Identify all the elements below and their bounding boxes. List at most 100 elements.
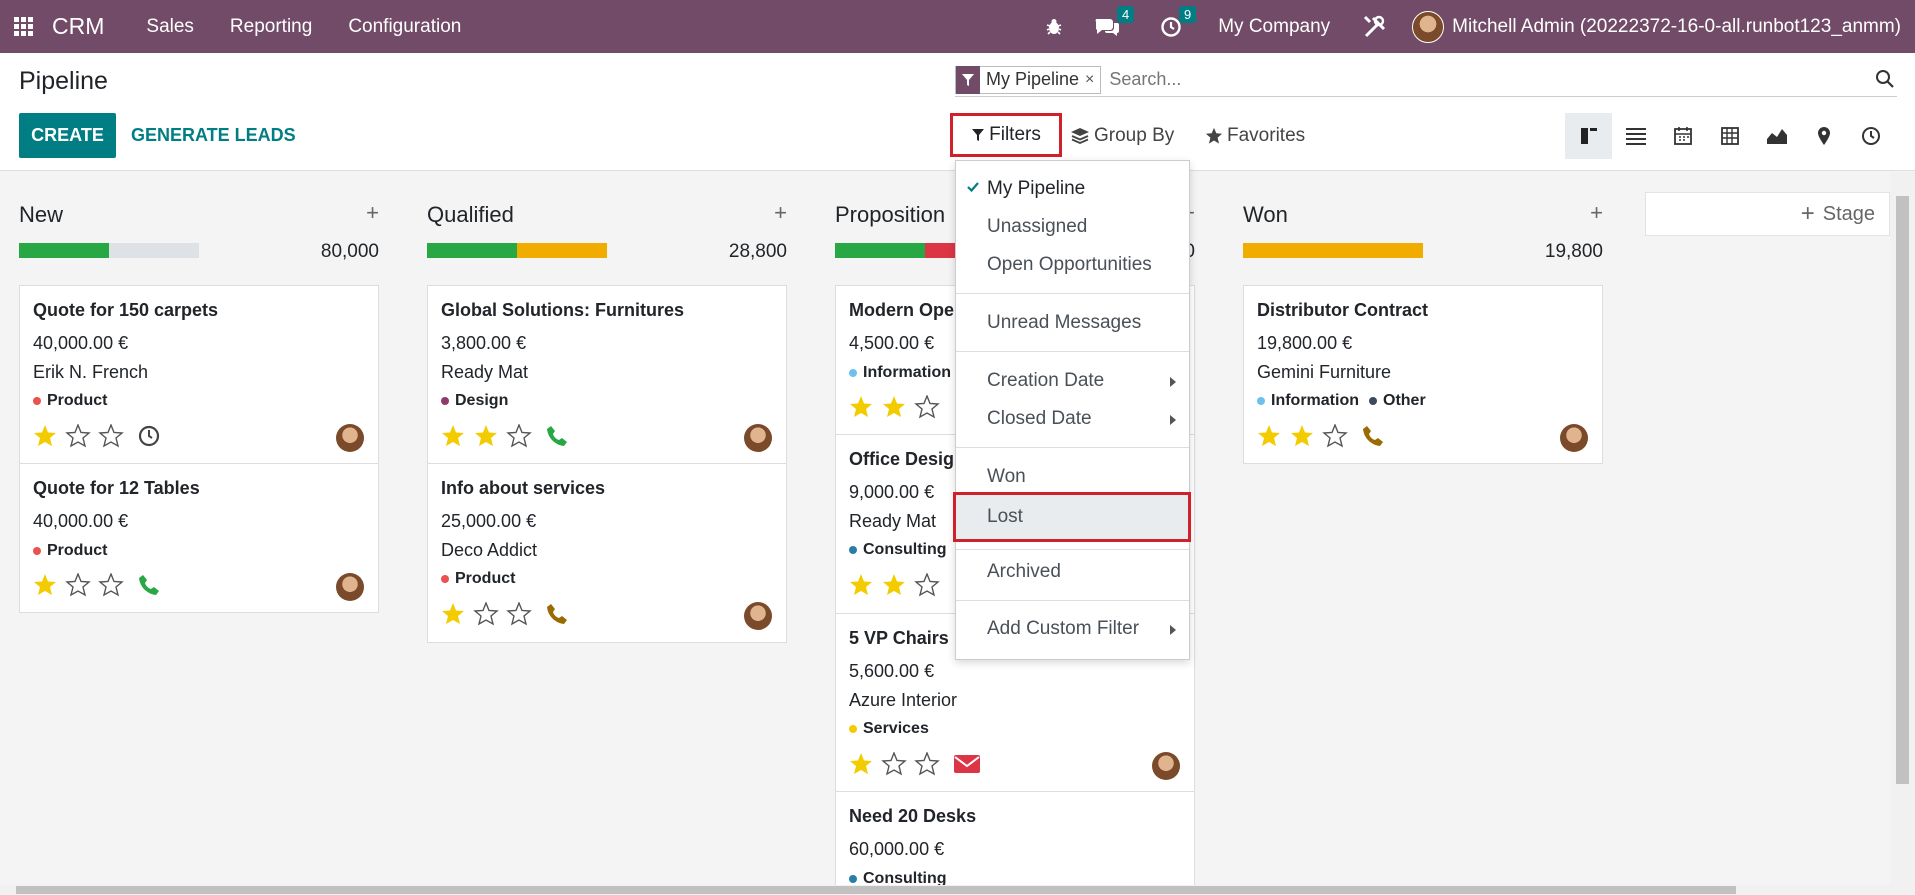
list-view-icon[interactable] [1612,113,1659,159]
user-avatar[interactable] [1412,10,1445,43]
priority-stars-icon[interactable] [441,424,539,448]
add-stage-button[interactable]: + Stage [1645,192,1890,236]
tag: Information [1257,392,1359,410]
clock-icon[interactable] [137,424,161,448]
apps-menu-icon[interactable] [14,16,34,37]
card-amount: 40,000.00 € [33,333,129,353]
facet-remove-icon[interactable]: × [1085,71,1100,89]
card-amount: 9,000.00 € [849,482,935,502]
favorites-button[interactable]: Favorites [1205,125,1305,147]
priority-stars-icon[interactable] [441,602,539,626]
priority-stars-icon[interactable] [1257,424,1355,448]
progress-segment-planned[interactable] [427,243,517,258]
column-quick-create-icon[interactable]: + [366,200,379,226]
column-progress-bar[interactable] [1243,243,1423,258]
menu-configuration[interactable]: Configuration [348,16,461,38]
menu-sales[interactable]: Sales [146,16,194,38]
progress-segment-planned[interactable] [835,243,925,258]
messages-icon[interactable]: 4 [1094,5,1135,38]
column-quick-create-icon[interactable]: + [1590,200,1603,226]
avatar[interactable] [744,424,772,452]
progress-segment-today[interactable] [517,243,607,258]
view-switcher [1565,113,1894,159]
kanban-card[interactable]: Quote for 150 carpets 40,000.00 € Erik N… [19,285,379,464]
create-button[interactable]: CREATE [19,113,116,158]
priority-stars-icon[interactable] [33,573,131,597]
horizontal-scrollbar[interactable] [0,885,1915,895]
search-input[interactable] [1109,69,1810,90]
tools-icon[interactable] [1362,14,1388,40]
priority-stars-icon[interactable] [849,395,947,419]
caret-right-icon [1170,625,1176,635]
card-amount: 40,000.00 € [33,511,129,531]
filter-icon [972,129,985,141]
kanban-board: New + 80,000 Quote for 150 carpets 40,00… [0,172,1890,885]
bug-icon[interactable] [1044,17,1064,37]
vertical-scrollbar[interactable] [1890,172,1915,885]
column-progress-bar[interactable] [427,243,607,258]
search-icon[interactable] [1875,69,1895,94]
phone-icon[interactable] [137,573,161,597]
top-navbar: CRM Sales Reporting Configuration 4 9 My… [0,0,1915,53]
avatar[interactable] [1560,424,1588,452]
app-brand[interactable]: CRM [52,13,104,40]
filter-unassigned[interactable]: Unassigned [956,209,1189,245]
kanban-card[interactable]: Quote for 12 Tables 40,000.00 € Product [19,463,379,613]
filters-button[interactable]: Filters [950,113,1062,157]
avatar[interactable] [1152,752,1180,780]
scrollbar-thumb[interactable] [1896,196,1909,784]
kanban-card[interactable]: Need 20 Desks 60,000.00 € Consulting [835,791,1195,885]
scrollbar-thumb[interactable] [16,886,1736,894]
filter-closed-date[interactable]: Closed Date [956,401,1189,437]
priority-stars-icon[interactable] [849,573,947,597]
filter-unread-messages[interactable]: Unread Messages [956,305,1189,341]
filter-creation-date[interactable]: Creation Date [956,363,1189,399]
column-total: 80,000 [320,241,379,262]
navbar-systray: 4 9 My Company Mitchell Admin (20222372-… [1032,0,1901,53]
priority-stars-icon[interactable] [33,424,131,448]
column-title: New [19,202,64,227]
filter-my-pipeline[interactable]: My Pipeline [956,171,1189,207]
pivot-view-icon[interactable] [1706,113,1753,159]
user-menu[interactable]: Mitchell Admin (20222372-16-0-all.runbot… [1452,16,1901,38]
filter-archived[interactable]: Archived [956,554,1189,590]
avatar[interactable] [744,602,772,630]
card-amount: 5,600.00 € [849,661,935,681]
filter-won[interactable]: Won [956,459,1189,495]
card-partner: Gemini Furniture [1257,362,1392,382]
avatar[interactable] [336,424,364,452]
facet-label: My Pipeline [986,69,1080,89]
progress-segment-today[interactable] [1243,243,1423,258]
card-title: Quote for 12 Tables [33,478,200,498]
activities-clock-icon[interactable]: 9 [1160,5,1197,38]
kanban-card[interactable]: Distributor Contract 19,800.00 € Gemini … [1243,285,1603,464]
generate-leads-button[interactable]: GENERATE LEADS [131,125,296,146]
column-quick-create-icon[interactable]: + [774,200,787,226]
envelope-icon[interactable] [953,753,981,775]
priority-stars-icon[interactable] [849,752,947,776]
graph-view-icon[interactable] [1753,113,1800,159]
card-amount: 19,800.00 € [1257,333,1353,353]
card-partner: Ready Mat [441,362,529,382]
progress-segment-planned[interactable] [19,243,109,258]
avatar[interactable] [336,573,364,601]
filter-lost[interactable]: Lost [953,492,1191,542]
filter-add-custom[interactable]: Add Custom Filter [956,611,1189,647]
kanban-card[interactable]: Global Solutions: Furnitures 3,800.00 € … [427,285,787,464]
column-progress-bar[interactable] [19,243,199,258]
kanban-card[interactable]: Info about services 25,000.00 € Deco Add… [427,463,787,643]
map-view-icon[interactable] [1800,113,1847,159]
calendar-view-icon[interactable] [1659,113,1706,159]
phone-icon[interactable] [545,602,569,626]
activity-view-icon[interactable] [1847,113,1894,159]
filter-open-opportunities[interactable]: Open Opportunities [956,247,1189,283]
card-tags: Product [33,392,107,410]
phone-icon[interactable] [545,424,569,448]
menu-reporting[interactable]: Reporting [230,16,312,38]
phone-icon[interactable] [1361,424,1385,448]
card-footer [441,424,569,448]
kanban-view-icon[interactable] [1565,113,1612,159]
groupby-button[interactable]: Group By [1070,125,1174,147]
company-switcher[interactable]: My Company [1218,16,1330,38]
card-amount: 4,500.00 € [849,333,935,353]
